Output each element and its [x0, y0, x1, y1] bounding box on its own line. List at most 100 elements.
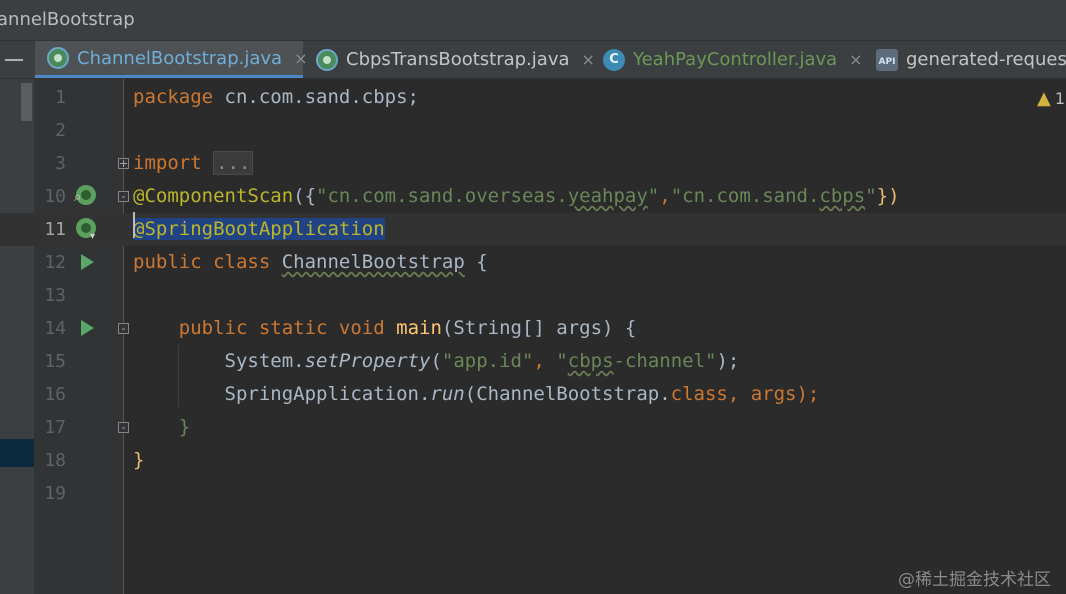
string-literal: " [647, 185, 660, 207]
line-number: 1 [55, 87, 66, 108]
method-name: main [396, 317, 442, 339]
code-line[interactable]: 3 import ... [0, 147, 1066, 180]
run-icon[interactable] [81, 254, 94, 270]
code-line[interactable]: 16 SpringApplication.run(ChannelBootstra… [0, 378, 1066, 411]
line-number: 12 [44, 252, 66, 273]
code-token: (String[] args) { [441, 317, 637, 339]
line-number: 13 [44, 285, 66, 306]
tab-label: generated-request [906, 49, 1066, 70]
fold-expand-icon[interactable]: + [118, 158, 129, 169]
code-token: { [464, 251, 488, 273]
brace: } [178, 416, 191, 438]
line-number: 16 [44, 384, 66, 405]
code-token: ( [430, 350, 442, 372]
code-token: (ChannelBootstrap. [464, 383, 671, 405]
code-text: } [133, 444, 144, 477]
tab-label: YeahPayController.java [633, 49, 838, 70]
annotation: @ComponentScan [133, 185, 294, 207]
string-literal: cbps [819, 185, 866, 207]
fold-collapse-icon[interactable]: - [118, 323, 129, 334]
method-call: run [430, 383, 465, 405]
string-literal: cbps [567, 350, 614, 372]
code-token: }) [876, 185, 900, 207]
code-text: public static void main(String[] args) { [133, 312, 637, 345]
text-caret [133, 212, 135, 238]
tab-label: ChannelBootstrap.java [77, 47, 283, 69]
code-line[interactable]: 15 System.setProperty("app.id", "cbps-ch… [0, 345, 1066, 378]
code-token: cn.com.sand.cbps; [213, 86, 419, 108]
line-number: 17 [44, 417, 66, 438]
spring-boot-class-icon [316, 48, 338, 71]
method-call: setProperty [304, 350, 431, 372]
string-literal: " [556, 350, 568, 372]
code-line[interactable]: 17 } [0, 411, 1066, 444]
close-icon[interactable]: × [849, 50, 862, 69]
tab-label: CbpsTransBootstrap.java [346, 49, 570, 70]
chevron-down-icon[interactable]: ▾ [90, 231, 110, 251]
code-line[interactable]: 18 } [0, 444, 1066, 477]
code-text: SpringApplication.run(ChannelBootstrap.c… [133, 378, 820, 411]
code-text: System.setProperty("app.id", "cbps-chann… [133, 345, 740, 378]
code-text: import ... [133, 147, 254, 180]
string-literal: "cn.com.sand. [670, 185, 820, 207]
code-text: @ComponentScan({"cn.com.sand.overseas.ye… [133, 180, 900, 213]
fold-end-icon[interactable]: - [118, 422, 129, 433]
editor-tab-bar: ChannelBootstrap.java × CbpsTransBootstr… [0, 41, 1066, 79]
code-token: ); [716, 350, 740, 372]
code-token: , [533, 350, 557, 372]
annotation-selected: @SpringBootApplication [133, 218, 385, 240]
code-token: System. [224, 350, 305, 372]
class-name: ChannelBootstrap [281, 251, 465, 273]
line-number: 19 [44, 483, 66, 504]
code-text: package cn.com.sand.cbps; [133, 81, 419, 114]
fold-collapse-icon[interactable]: - [118, 191, 129, 202]
code-token: SpringApplication. [224, 383, 431, 405]
line-number: 2 [55, 120, 66, 141]
code-line[interactable]: 13 [0, 279, 1066, 312]
code-token: , [659, 185, 671, 207]
line-number: 14 [44, 318, 66, 339]
run-icon[interactable] [81, 320, 94, 336]
title-bar: annelBootstrap [0, 0, 1066, 41]
keyword: public static void [178, 317, 385, 339]
code-text: } [133, 411, 190, 444]
brace: } [133, 449, 145, 471]
line-number: 11 [44, 219, 66, 240]
tab-cbps-trans-bootstrap[interactable]: CbpsTransBootstrap.java × [304, 41, 595, 78]
line-number: 18 [44, 450, 66, 471]
search-icon: ⌕ [74, 190, 82, 205]
breadcrumb[interactable]: annelBootstrap [0, 9, 135, 30]
line-number: 15 [44, 351, 66, 372]
code-token: , args); [727, 383, 820, 405]
tab-yeahpay-controller[interactable]: C YeahPayController.java × [591, 41, 863, 78]
tab-generated-request[interactable]: API generated-request [864, 41, 1066, 78]
indent-guide [178, 345, 179, 407]
minimize-icon[interactable] [5, 59, 23, 61]
line-number: 10 [44, 186, 66, 207]
code-text: public class ChannelBootstrap { [133, 246, 488, 279]
folded-imports[interactable]: ... [213, 151, 254, 175]
code-line[interactable]: 12 public class ChannelBootstrap { [0, 246, 1066, 279]
code-line[interactable]: 10 @ComponentScan({"cn.com.sand.overseas… [0, 180, 1066, 213]
code-line[interactable]: 1 package cn.com.sand.cbps; [0, 81, 1066, 114]
keyword: class [670, 383, 728, 405]
watermark: @稀土掘金技术社区 [898, 570, 1051, 590]
tab-channel-bootstrap[interactable]: ChannelBootstrap.java × [35, 41, 307, 78]
string-literal: " [865, 185, 877, 207]
keyword: public class [133, 251, 271, 273]
code-line[interactable]: 14 public static void main(String[] args… [0, 312, 1066, 345]
string-literal: -channel" [613, 350, 717, 372]
string-literal: "app.id" [441, 350, 534, 372]
string-literal: "cn.com.sand.overseas. [316, 185, 568, 207]
code-line-current[interactable]: 11 @SpringBootApplication [0, 213, 1066, 246]
java-class-icon: C [603, 48, 625, 71]
code-line[interactable]: 2 [0, 114, 1066, 147]
api-icon: API [876, 48, 898, 71]
code-line[interactable]: 19 [0, 477, 1066, 510]
keyword: package [133, 86, 214, 108]
keyword: import [133, 152, 202, 174]
